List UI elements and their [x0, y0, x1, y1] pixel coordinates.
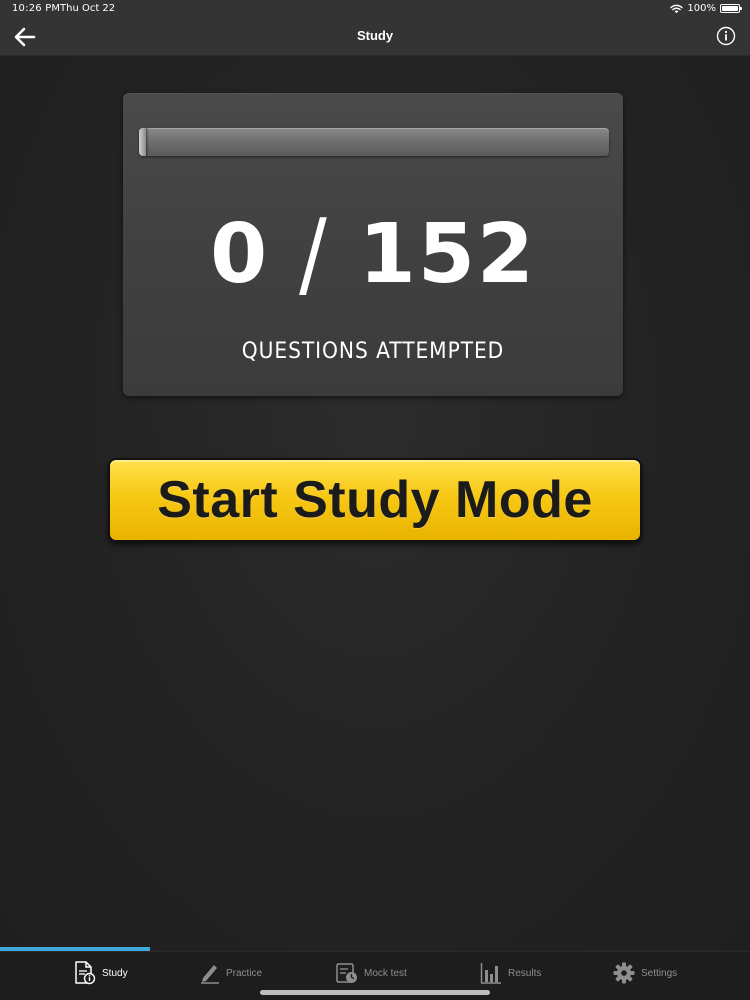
count-separator: /: [299, 199, 329, 310]
pencil-icon: [201, 965, 219, 984]
gear-icon: [613, 962, 635, 984]
status-right: 100%: [670, 3, 742, 14]
info-button[interactable]: [716, 26, 736, 46]
tab-practice-label: Practice: [226, 967, 263, 979]
attempted-count: 0: [210, 207, 270, 302]
mock-test-icon: [336, 963, 357, 983]
questions-count: 0 / 152: [123, 200, 623, 309]
home-indicator: [260, 990, 490, 995]
total-count: 152: [358, 207, 536, 302]
questions-attempted-caption: QUESTIONS ATTEMPTED: [241, 339, 505, 364]
tab-settings[interactable]: Settings: [613, 960, 677, 986]
tab-study[interactable]: Study: [74, 960, 128, 986]
battery-percent: 100%: [687, 3, 716, 14]
tab-mock-test[interactable]: Mock test: [336, 960, 407, 986]
info-icon: [716, 26, 736, 46]
wifi-icon: [670, 4, 684, 13]
study-document-icon: [75, 961, 96, 985]
progress-bar-handle: [139, 128, 146, 156]
status-bar: 10:26 PM Thu Oct 22 100%: [0, 0, 750, 18]
tab-results[interactable]: Results: [480, 960, 541, 986]
page-title: Study: [356, 28, 394, 43]
tab-study-label: Study: [102, 967, 128, 979]
progress-bar: [139, 128, 609, 156]
bar-chart-icon: [480, 963, 501, 984]
battery-icon: [720, 4, 742, 13]
start-study-mode-button[interactable]: Start Study Mode: [108, 458, 642, 542]
status-time: 10:26 PM: [12, 3, 61, 14]
status-date: Thu Oct 22: [60, 3, 116, 14]
tab-mock-test-label: Mock test: [364, 967, 407, 979]
tab-practice[interactable]: Practice: [200, 960, 262, 986]
start-study-mode-label: Start Study Mode: [157, 471, 593, 529]
tab-results-label: Results: [508, 967, 542, 979]
progress-card: 0 / 152 QUESTIONS ATTEMPTED: [123, 93, 623, 396]
main-content: 0 / 152 QUESTIONS ATTEMPTED Start Study Mo…: [0, 56, 750, 950]
nav-bar: Study: [0, 18, 750, 56]
tab-settings-label: Settings: [641, 967, 678, 979]
